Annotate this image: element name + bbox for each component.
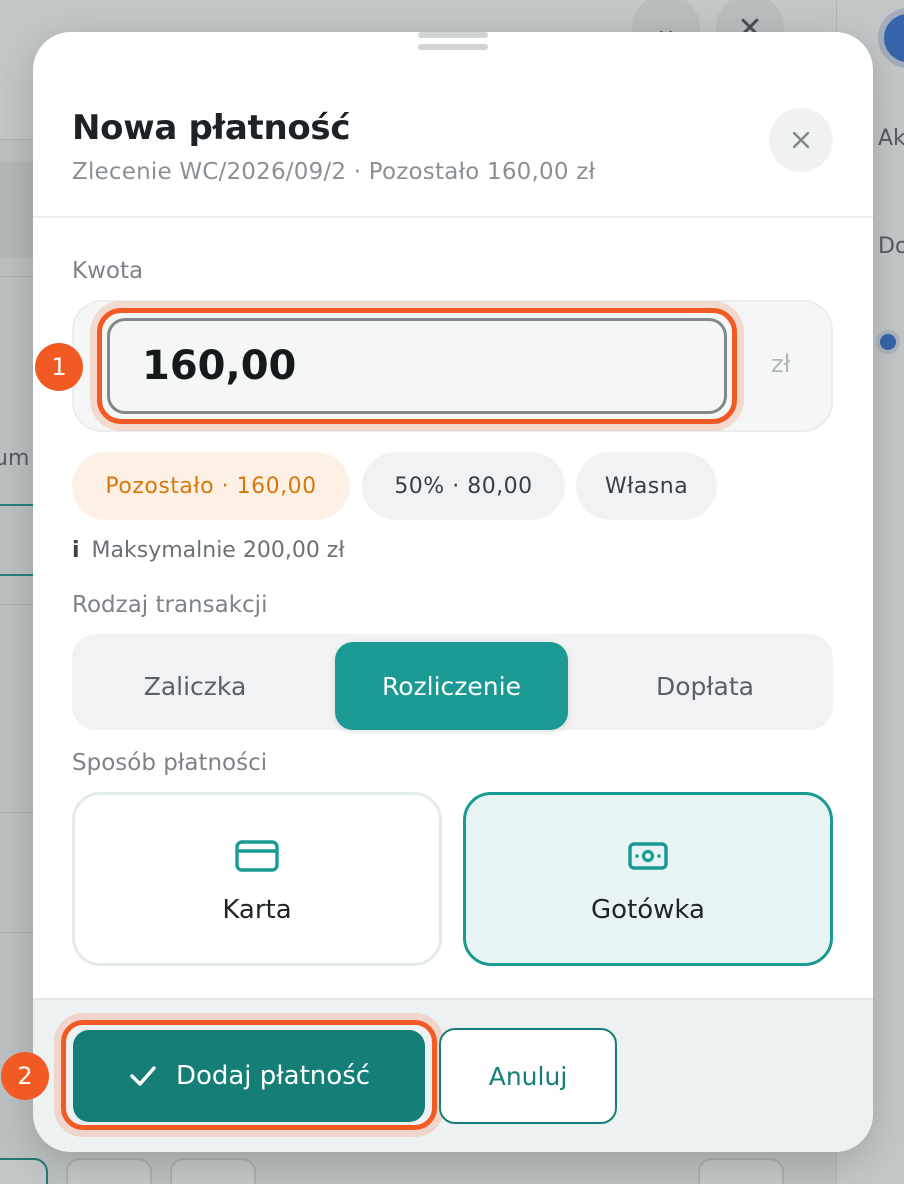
transaction-type-segmented-control: Zaliczka Rozliczenie Dopłata — [72, 634, 833, 730]
modal-subtitle: Zlecenie WC/2026/09/2 · Pozostało 160,00… — [72, 159, 596, 185]
amount-label: Kwota — [72, 258, 144, 284]
preset-half-chip[interactable]: 50% · 80,00 — [362, 452, 565, 520]
header-divider — [33, 216, 873, 218]
payment-method-cash-label: Gotówka — [591, 895, 705, 925]
credit-card-icon — [235, 840, 279, 872]
segment-zaliczka[interactable]: Zaliczka — [72, 642, 318, 730]
preset-custom-chip[interactable]: Własna — [576, 452, 717, 520]
payment-method-card[interactable]: Karta — [72, 792, 442, 966]
step-badge: 1 — [35, 343, 83, 391]
add-payment-button[interactable]: Dodaj płatność — [73, 1030, 425, 1122]
payment-method-cash[interactable]: Gotówka — [463, 792, 833, 966]
add-payment-label: Dodaj płatność — [175, 1061, 371, 1091]
check-icon — [130, 1066, 156, 1086]
step-badge: 2 — [1, 1052, 49, 1100]
segment-rozliczenie[interactable]: Rozliczenie — [335, 642, 568, 730]
segment-doplata[interactable]: Dopłata — [577, 642, 833, 730]
payment-modal: Nowa płatność Zlecenie WC/2026/09/2 · Po… — [33, 32, 873, 1152]
close-button[interactable] — [769, 108, 833, 172]
payment-method-label: Sposób płatności — [72, 750, 268, 776]
currency-label: zł — [771, 350, 791, 378]
transaction-type-label: Rodzaj transakcji — [72, 592, 268, 618]
close-icon — [792, 131, 810, 149]
drag-handle[interactable] — [418, 32, 488, 52]
preset-remaining-chip[interactable]: Pozostało · 160,00 — [72, 452, 350, 520]
payment-method-card-label: Karta — [222, 895, 292, 925]
amount-hint-text: Maksymalnie 200,00 zł — [91, 538, 345, 563]
cash-icon — [628, 842, 668, 870]
cancel-button[interactable]: Anuluj — [439, 1028, 617, 1124]
amount-hint: i Maksymalnie 200,00 zł — [72, 538, 345, 563]
modal-title: Nowa płatność — [72, 108, 351, 148]
info-icon: i — [72, 538, 80, 563]
amount-input[interactable] — [107, 318, 727, 414]
